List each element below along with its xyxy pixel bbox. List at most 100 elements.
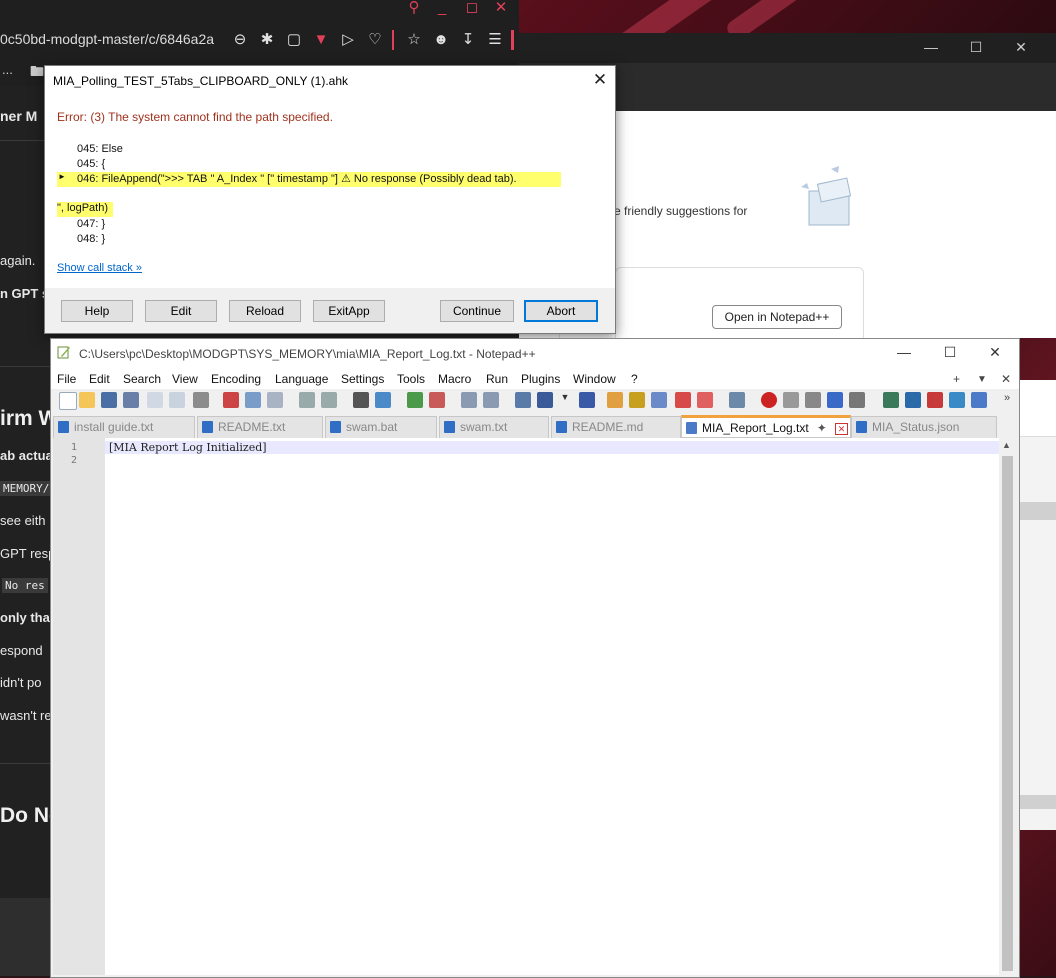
cut-icon[interactable] [223,392,239,408]
close-icon[interactable]: ✕ [1006,39,1036,56]
heart-icon[interactable]: ♡ [365,30,385,50]
continue-button[interactable]: Continue [440,300,514,322]
menu-icon[interactable]: ☰ [485,30,505,50]
close-file-icon[interactable] [147,392,163,408]
folder-workspace-icon[interactable] [697,392,713,408]
exitapp-button[interactable]: ExitApp [313,300,385,322]
replace-icon[interactable] [375,392,391,408]
chat-input-area[interactable] [0,898,50,976]
menu-macro[interactable]: Macro [438,372,471,386]
menu-run[interactable]: Run [486,372,508,386]
word-wrap-icon[interactable] [515,392,531,408]
menu-language[interactable]: Language [275,372,328,386]
pin-icon[interactable]: ✦ [817,421,827,435]
scroll-up-icon[interactable]: ▲ [1002,440,1011,450]
save-icon[interactable] [101,392,117,408]
save-macro-icon[interactable] [849,392,865,408]
copy-icon[interactable] [245,392,261,408]
editor-text-line-1[interactable]: [MIA Report Log Initialized] [109,441,267,454]
screenshot-icon[interactable]: ▢ [284,30,304,50]
show-all-chars-icon[interactable] [537,392,553,408]
zoom-out-icon[interactable]: ⊖ [230,30,250,50]
indent-guide-icon[interactable] [579,392,595,408]
tab-mia-report-log[interactable]: MIA_Report_Log.txt ✦ ✕ [681,415,851,438]
menu-encoding[interactable]: Encoding [211,372,261,386]
account-icon[interactable]: ☻ [431,30,451,50]
close-doc-icon[interactable]: ✕ [1001,372,1011,386]
menu-window[interactable]: Window [573,372,616,386]
tab-readme-md[interactable]: README.md [551,416,681,439]
close-icon[interactable]: ✕ [589,69,611,91]
maximize-icon[interactable]: ◻ [462,0,482,18]
menu-edit[interactable]: Edit [89,372,110,386]
doc-list-icon[interactable] [651,392,667,408]
print-icon[interactable] [193,392,209,408]
show-call-stack-link[interactable]: Show call stack » [57,262,142,274]
pocket-icon[interactable]: ▼ [311,30,331,50]
new-tab-icon[interactable]: + [953,372,960,386]
scrollbar-thumb[interactable] [1002,456,1013,971]
editor-area[interactable]: 1 2 [MIA Report Log Initialized] [53,438,999,975]
menu-plugins[interactable]: Plugins [521,372,560,386]
sync-vertical-icon[interactable] [461,392,477,408]
plugin-icon-2[interactable] [905,392,921,408]
stop-macro-icon[interactable] [783,392,799,408]
tab-swam-bat[interactable]: swam.bat [325,416,437,439]
plugin-icon-1[interactable] [883,392,899,408]
play-macro-icon[interactable] [805,392,821,408]
edit-button[interactable]: Edit [145,300,217,322]
bookmark-overflow[interactable]: ... [2,62,13,77]
open-file-icon[interactable] [79,392,95,408]
redo-icon[interactable] [321,392,337,408]
zoom-in-icon[interactable] [407,392,423,408]
undo-icon[interactable] [299,392,315,408]
vertical-scrollbar[interactable]: ▲ [999,438,1016,975]
close-tab-icon[interactable]: ✕ [834,423,849,435]
pin-icon[interactable]: ✱ [257,30,277,50]
tab-swam-txt[interactable]: swam.txt [439,416,549,439]
run-macro-multiple-icon[interactable] [827,392,843,408]
menu-file[interactable]: File [57,372,76,386]
zoom-out-icon[interactable] [429,392,445,408]
extensions-icon[interactable]: ☆ [404,30,424,50]
dropdown-arrow-icon[interactable]: ▼ [557,392,573,408]
plugin-icon-5[interactable] [971,392,987,408]
minimize-icon[interactable]: — [916,39,946,55]
find-icon[interactable] [353,392,369,408]
sync-horizontal-icon[interactable] [483,392,499,408]
search-icon[interactable]: ⚲ [404,0,424,18]
tab-install-guide[interactable]: install guide.txt [53,416,195,439]
download-icon[interactable]: ↧ [458,30,478,50]
tab-list-icon[interactable]: ▼ [977,374,987,385]
help-button[interactable]: Help [61,300,133,322]
menu-settings[interactable]: Settings [341,372,384,386]
menu-tools[interactable]: Tools [397,372,425,386]
minimize-icon[interactable]: — [889,344,919,360]
maximize-icon[interactable]: ☐ [961,39,991,56]
folder-icon[interactable]: 🖿 [30,61,44,85]
function-list-icon[interactable] [675,392,691,408]
new-file-icon[interactable] [59,392,77,410]
close-icon[interactable]: ✕ [491,0,511,18]
record-macro-icon[interactable] [761,392,777,408]
paste-icon[interactable] [267,392,283,408]
maximize-icon[interactable]: ☐ [935,344,965,361]
abort-button[interactable]: Abort [524,300,598,322]
close-icon[interactable]: ✕ [980,344,1010,361]
toolbar-overflow-icon[interactable]: » [999,392,1015,408]
menu-search[interactable]: Search [123,372,161,386]
close-all-icon[interactable] [169,392,185,408]
send-icon[interactable]: ▷ [338,30,358,50]
url-text[interactable]: 0c50bd-modgpt-master/c/6846a2a [0,31,214,47]
udl-icon[interactable] [607,392,623,408]
monitoring-icon[interactable] [729,392,745,408]
doc-map-icon[interactable] [629,392,645,408]
open-in-notepad-button[interactable]: Open in Notepad++ [712,305,842,329]
plugin-icon-4[interactable] [949,392,965,408]
plugin-icon-3[interactable] [927,392,943,408]
menu-view[interactable]: View [172,372,198,386]
menu-help[interactable]: ? [631,372,638,386]
save-all-icon[interactable] [123,392,139,408]
tab-readme-txt[interactable]: README.txt [197,416,323,439]
minimize-icon[interactable]: _ [432,0,452,18]
